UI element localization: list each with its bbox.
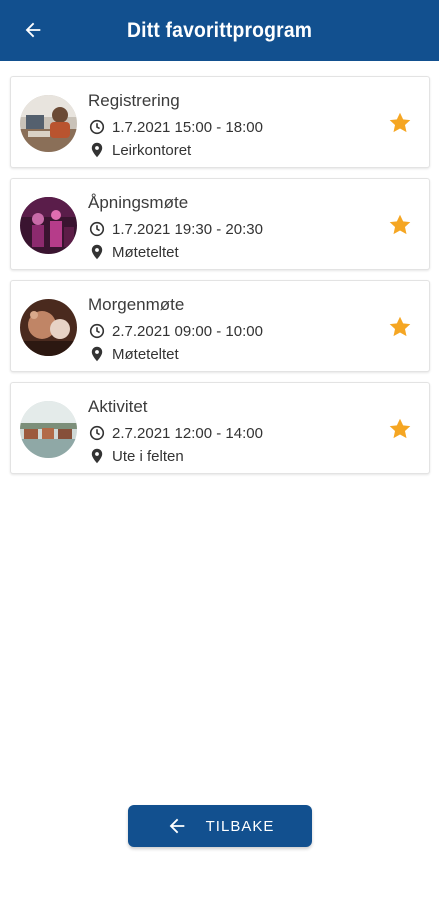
event-place: Ute i felten: [112, 447, 184, 465]
map-pin-icon: [88, 243, 106, 261]
event-name: Aktivitet: [88, 397, 148, 416]
event-place-row: Møteteltet: [88, 345, 179, 363]
event-thumbnail: [20, 95, 77, 152]
program-card-registrering[interactable]: Registrering 1.7.2021 15:00 - 18:00 Leir…: [10, 76, 430, 168]
event-time: 2.7.2021 12:00 - 14:00: [112, 424, 263, 442]
event-time-row: 2.7.2021 12:00 - 14:00: [88, 424, 263, 442]
event-place: Møteteltet: [112, 243, 179, 261]
clock-icon: [88, 322, 106, 340]
event-place: Leirkontoret: [112, 141, 192, 159]
event-time: 1.7.2021 19:30 - 20:30: [112, 220, 263, 238]
event-time: 2.7.2021 09:00 - 10:00: [112, 322, 263, 340]
favorite-star-toggle[interactable]: [387, 416, 413, 442]
clock-icon: [88, 220, 106, 238]
star-icon: [389, 214, 411, 235]
program-card-aktivitet[interactable]: Aktivitet 2.7.2021 12:00 - 14:00 Ute i f…: [10, 382, 430, 474]
star-icon: [389, 418, 411, 439]
arrow-left-icon: [25, 22, 41, 38]
page-title: Ditt favorittprogram: [126, 18, 313, 42]
event-name: Åpningsmøte: [88, 193, 189, 212]
event-time: 1.7.2021 15:00 - 18:00: [112, 118, 263, 136]
clock-icon: [88, 424, 106, 442]
favorite-star-toggle[interactable]: [387, 314, 413, 340]
map-pin-icon: [88, 345, 106, 363]
favorite-program-list: Registrering 1.7.2021 15:00 - 18:00 Leir…: [10, 76, 430, 484]
event-place: Møteteltet: [112, 345, 179, 363]
event-time-row: 1.7.2021 19:30 - 20:30: [88, 220, 263, 238]
event-time-row: 2.7.2021 09:00 - 10:00: [88, 322, 263, 340]
map-pin-icon: [88, 141, 106, 159]
star-icon: [389, 316, 411, 337]
back-button[interactable]: [18, 15, 48, 45]
event-thumbnail: [20, 401, 77, 458]
map-pin-icon: [88, 447, 106, 465]
app-bar: Ditt favorittprogram: [0, 0, 439, 61]
arrow-left-icon: [166, 815, 188, 837]
event-name: Morgenmøte: [88, 295, 185, 314]
program-card-apningsmote[interactable]: Åpningsmøte 1.7.2021 19:30 - 20:30 Møtet…: [10, 178, 430, 270]
event-name: Registrering: [88, 91, 180, 110]
event-place-row: Ute i felten: [88, 447, 184, 465]
event-thumbnail: [20, 299, 77, 356]
event-place-row: Møteteltet: [88, 243, 179, 261]
program-card-morgenmote[interactable]: Morgenmøte 2.7.2021 09:00 - 10:00 Møtete…: [10, 280, 430, 372]
back-to-program-button[interactable]: TILBAKE: [128, 805, 312, 847]
favorite-star-toggle[interactable]: [387, 110, 413, 136]
back-button-label: TILBAKE: [205, 817, 275, 835]
event-place-row: Leirkontoret: [88, 141, 191, 159]
favorite-star-toggle[interactable]: [387, 212, 413, 238]
event-time-row: 1.7.2021 15:00 - 18:00: [88, 118, 263, 136]
star-icon: [389, 112, 411, 133]
clock-icon: [88, 118, 106, 136]
event-thumbnail: [20, 197, 77, 254]
